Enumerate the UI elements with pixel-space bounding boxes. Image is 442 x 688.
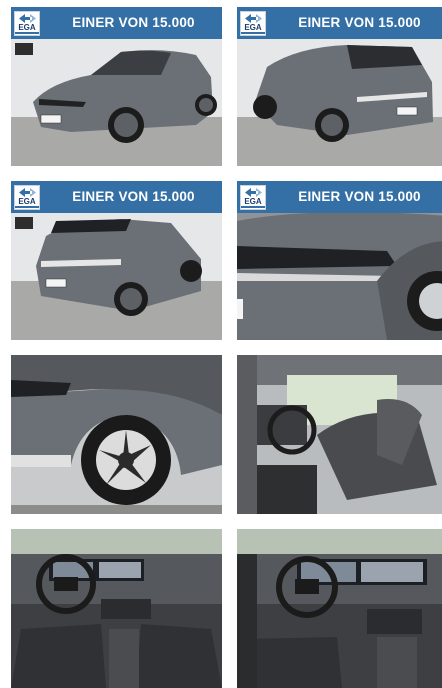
gallery-image-6[interactable] <box>237 355 442 514</box>
gallery-image-3[interactable]: EGA EINER VON 15.000 <box>11 181 222 340</box>
promo-banner: EGA EINER VON 15.000 <box>11 181 222 213</box>
dealer-logo: EGA <box>240 185 266 210</box>
gallery-image-8[interactable] <box>237 529 442 688</box>
gallery-image-2[interactable]: EGA EINER VON 15.000 <box>237 7 442 166</box>
logo-arrows-icon <box>19 188 36 197</box>
logo-arrows-icon <box>245 188 262 197</box>
dealer-logo: EGA <box>14 185 40 210</box>
dealer-logo: EGA <box>240 11 266 36</box>
wheel-closeup-photo <box>11 355 222 514</box>
logo-text: EGA <box>244 197 262 206</box>
dealer-logo: EGA <box>14 11 40 36</box>
gallery-image-5[interactable] <box>11 355 222 514</box>
factory-sign <box>15 217 33 229</box>
logo-text: EGA <box>18 197 36 206</box>
banner-headline: EINER VON 15.000 <box>298 15 421 30</box>
gallery-image-4[interactable]: EGA EINER VON 15.000 <box>237 181 442 340</box>
banner-headline: EINER VON 15.000 <box>72 15 195 30</box>
logo-text: EGA <box>18 23 36 32</box>
logo-arrows-icon <box>245 14 262 23</box>
factory-sign <box>15 43 33 55</box>
gallery-image-1[interactable]: EGA EINER VON 15.000 <box>11 7 222 166</box>
banner-headline: EINER VON 15.000 <box>72 189 195 204</box>
banner-headline: EINER VON 15.000 <box>298 189 421 204</box>
logo-arrows-icon <box>19 14 36 23</box>
center-console-photo <box>237 529 442 688</box>
dashboard-photo <box>11 529 222 688</box>
promo-banner: EGA EINER VON 15.000 <box>11 7 222 39</box>
logo-text: EGA <box>244 23 262 32</box>
gallery-image-7[interactable] <box>11 529 222 688</box>
promo-banner: EGA EINER VON 15.000 <box>237 181 442 213</box>
driver-seat-photo <box>237 355 442 514</box>
promo-banner: EGA EINER VON 15.000 <box>237 7 442 39</box>
